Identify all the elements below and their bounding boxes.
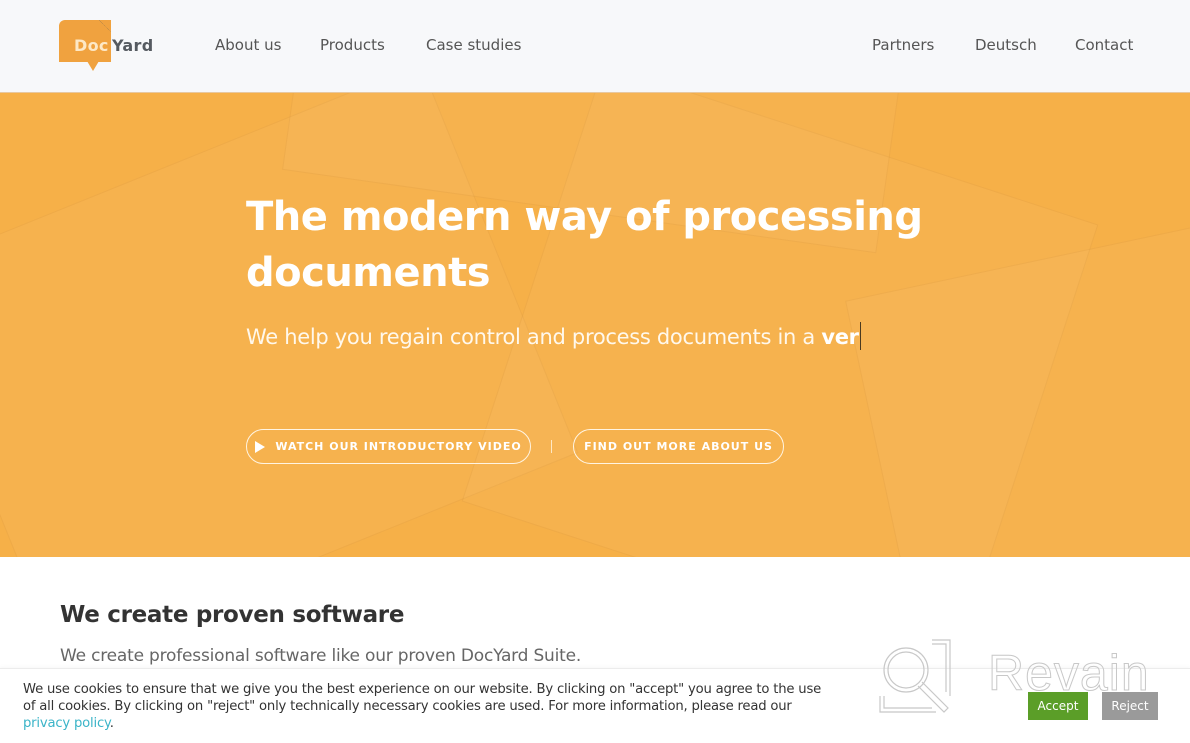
nav-case-studies[interactable]: Case studies bbox=[426, 36, 521, 54]
section-text: We create professional software like our… bbox=[60, 646, 582, 666]
cookie-suffix: . bbox=[109, 716, 114, 731]
accept-cookies-button[interactable]: Accept bbox=[1028, 692, 1088, 720]
play-icon bbox=[255, 440, 266, 453]
logo-text-doc: Doc bbox=[74, 36, 109, 55]
page: Doc Yard About us Products Case studies … bbox=[0, 0, 1190, 743]
typing-caret bbox=[859, 322, 861, 350]
nav-partners[interactable]: Partners bbox=[872, 36, 934, 54]
privacy-policy-link[interactable]: privacy policy bbox=[23, 716, 110, 731]
reject-cookies-button[interactable]: Reject bbox=[1102, 692, 1158, 720]
watch-video-label: WATCH OUR INTRODUCTORY VIDEO bbox=[275, 440, 522, 453]
hero-subtitle: We help you regain control and process d… bbox=[246, 322, 861, 350]
hero-section: The modern way of processing documents W… bbox=[0, 93, 1190, 557]
logo-tail-icon bbox=[87, 61, 99, 71]
nav-contact[interactable]: Contact bbox=[1075, 36, 1133, 54]
cookie-banner: We use cookies to ensure that we give yo… bbox=[0, 668, 1190, 743]
hero-title: The modern way of processing documents bbox=[246, 194, 923, 296]
find-out-more-button[interactable]: FIND OUT MORE ABOUT US bbox=[573, 429, 784, 464]
section-title: We create proven software bbox=[60, 602, 405, 628]
hero-subtitle-typed: ver bbox=[821, 325, 859, 349]
find-out-more-label: FIND OUT MORE ABOUT US bbox=[584, 440, 773, 453]
button-separator bbox=[551, 440, 552, 453]
site-header: Doc Yard About us Products Case studies … bbox=[0, 0, 1190, 93]
nav-products[interactable]: Products bbox=[320, 36, 385, 54]
hero-subtitle-text: We help you regain control and process d… bbox=[246, 325, 822, 349]
nav-deutsch[interactable]: Deutsch bbox=[975, 36, 1037, 54]
nav-about-us[interactable]: About us bbox=[215, 36, 281, 54]
docyard-logo[interactable]: Doc Yard bbox=[59, 20, 169, 72]
watch-video-button[interactable]: WATCH OUR INTRODUCTORY VIDEO bbox=[246, 429, 531, 464]
cookie-message: We use cookies to ensure that we give yo… bbox=[23, 682, 822, 714]
cookie-text: We use cookies to ensure that we give yo… bbox=[23, 681, 823, 732]
logo-text-yard: Yard bbox=[112, 36, 154, 55]
